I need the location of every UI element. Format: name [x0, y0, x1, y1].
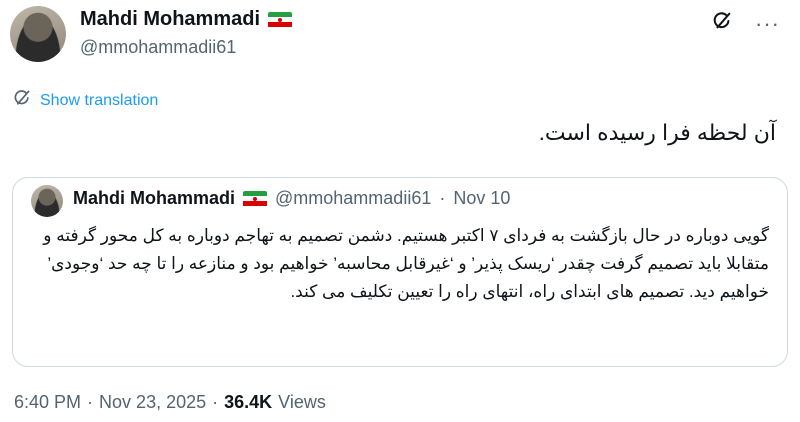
quoted-header: Mahdi Mohammadi @mmohammadii61 · Nov 10 [73, 188, 510, 209]
author-handle[interactable]: @mmohammadii61 [80, 37, 236, 58]
quoted-author-avatar [31, 185, 63, 217]
quoted-tweet[interactable]: Mahdi Mohammadi @mmohammadii61 · Nov 10 … [12, 177, 788, 367]
separator-dot: · [212, 392, 219, 412]
views-label: Views [278, 392, 326, 412]
separator-dot: · [87, 392, 94, 412]
tweet-meta: 6:40 PM · Nov 23, 2025 · 36.4K Views [14, 392, 326, 413]
quoted-body: گویی دوباره در حال بازگشت به فردای ۷ اکت… [43, 226, 769, 301]
quoted-date: Nov 10 [453, 188, 511, 208]
show-translation[interactable]: Show translation [12, 88, 158, 113]
tweet-actions: ··· [711, 10, 780, 37]
author-avatar[interactable] [10, 6, 66, 62]
author-name-row: Mahdi Mohammadi [80, 8, 293, 31]
tweet-time[interactable]: 6:40 PM [14, 392, 81, 413]
tweet-text: آن لحظه فرا رسیده است. [538, 120, 776, 145]
iran-flag-icon [243, 190, 268, 207]
translate-icon [12, 88, 32, 113]
iran-flag-icon [268, 11, 293, 28]
show-translation-label[interactable]: Show translation [40, 92, 158, 110]
author-display-name[interactable]: Mahdi Mohammadi [80, 8, 260, 31]
separator-dot: · [439, 188, 446, 208]
quoted-handle: @mmohammadii61 [275, 188, 432, 208]
views-count: 36.4K [224, 392, 273, 412]
tweet-date[interactable]: Nov 23, 2025 [99, 392, 206, 413]
grok-icon[interactable] [711, 10, 733, 37]
more-icon[interactable]: ··· [755, 12, 780, 35]
quoted-display-name: Mahdi Mohammadi [73, 188, 236, 208]
